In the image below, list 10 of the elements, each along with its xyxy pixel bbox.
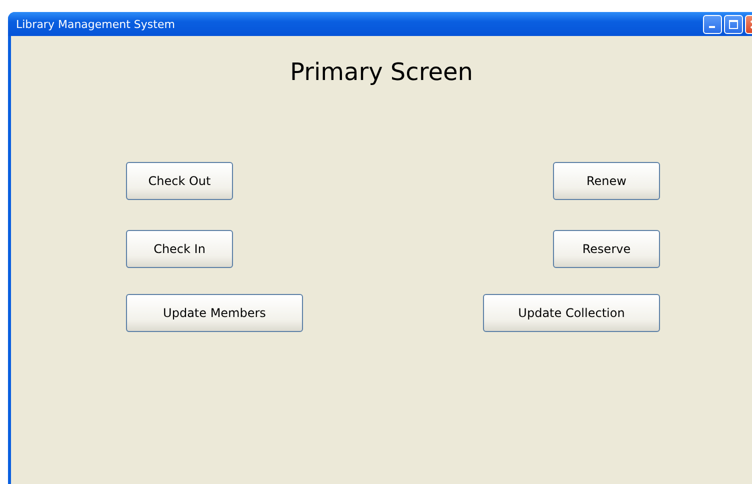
menu-button[interactable]: Update Collection xyxy=(483,294,660,332)
screen-heading: Primary Screen xyxy=(290,58,473,86)
menu-button[interactable]: Renew xyxy=(553,162,660,200)
maximize-icon[interactable] xyxy=(724,14,743,34)
menu-button[interactable]: Check In xyxy=(126,230,233,268)
menu-button[interactable]: Update Members xyxy=(126,294,303,332)
window-title: Library Management System xyxy=(16,18,176,30)
minimize-icon[interactable] xyxy=(703,14,722,34)
menu-button[interactable]: Check Out xyxy=(126,162,233,200)
menu-button[interactable]: Reserve xyxy=(553,230,660,268)
